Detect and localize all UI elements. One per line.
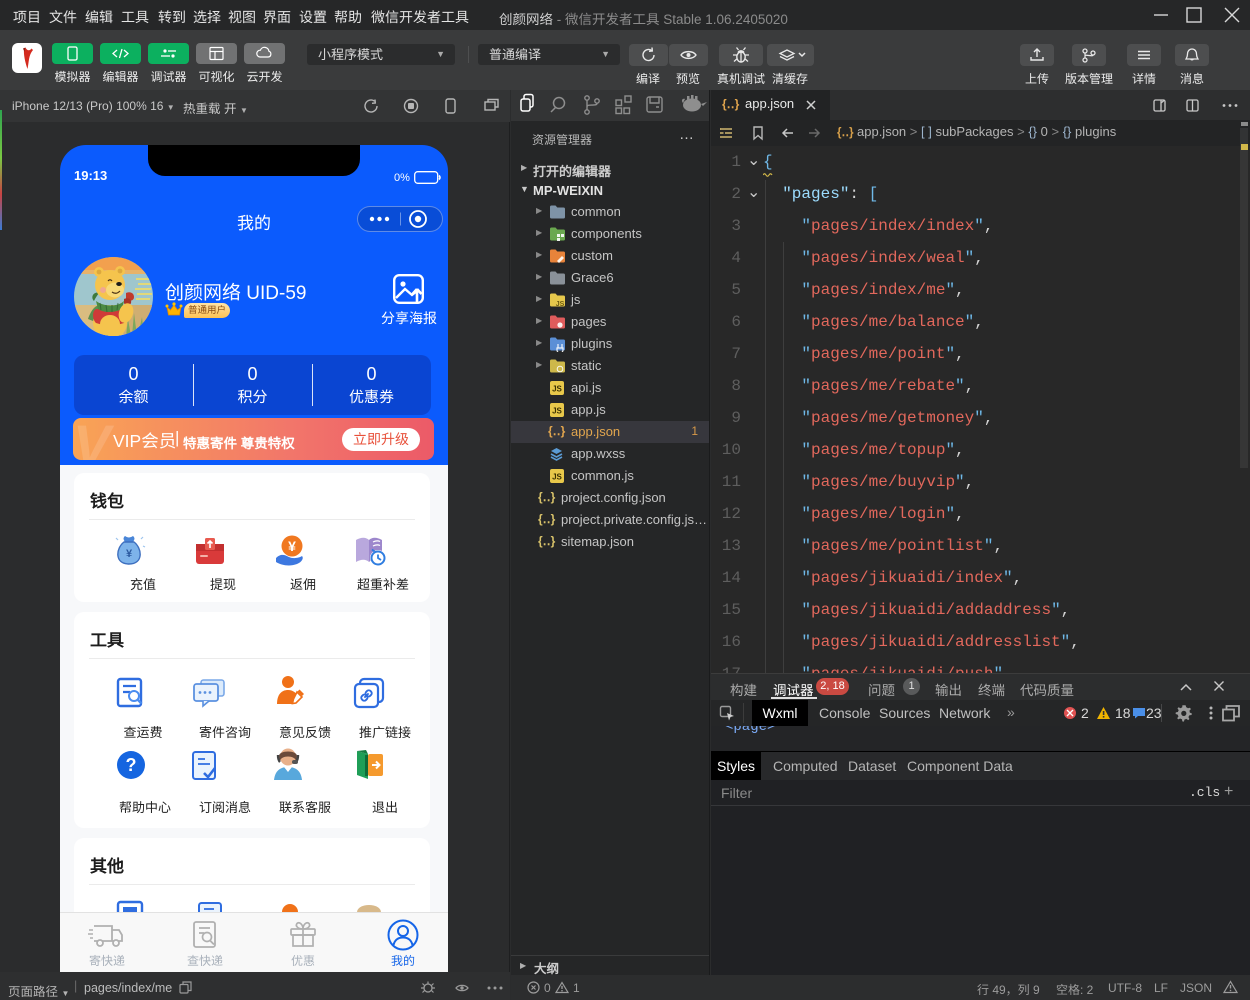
svg-text:?: ? <box>126 755 137 775</box>
svg-text:JS: JS <box>556 301 565 308</box>
svg-text:¥: ¥ <box>288 538 296 554</box>
svg-text:JS: JS <box>552 473 562 482</box>
svg-text:¥: ¥ <box>126 548 133 560</box>
svg-text:JS: JS <box>552 385 562 394</box>
svg-text:JS: JS <box>552 407 562 416</box>
